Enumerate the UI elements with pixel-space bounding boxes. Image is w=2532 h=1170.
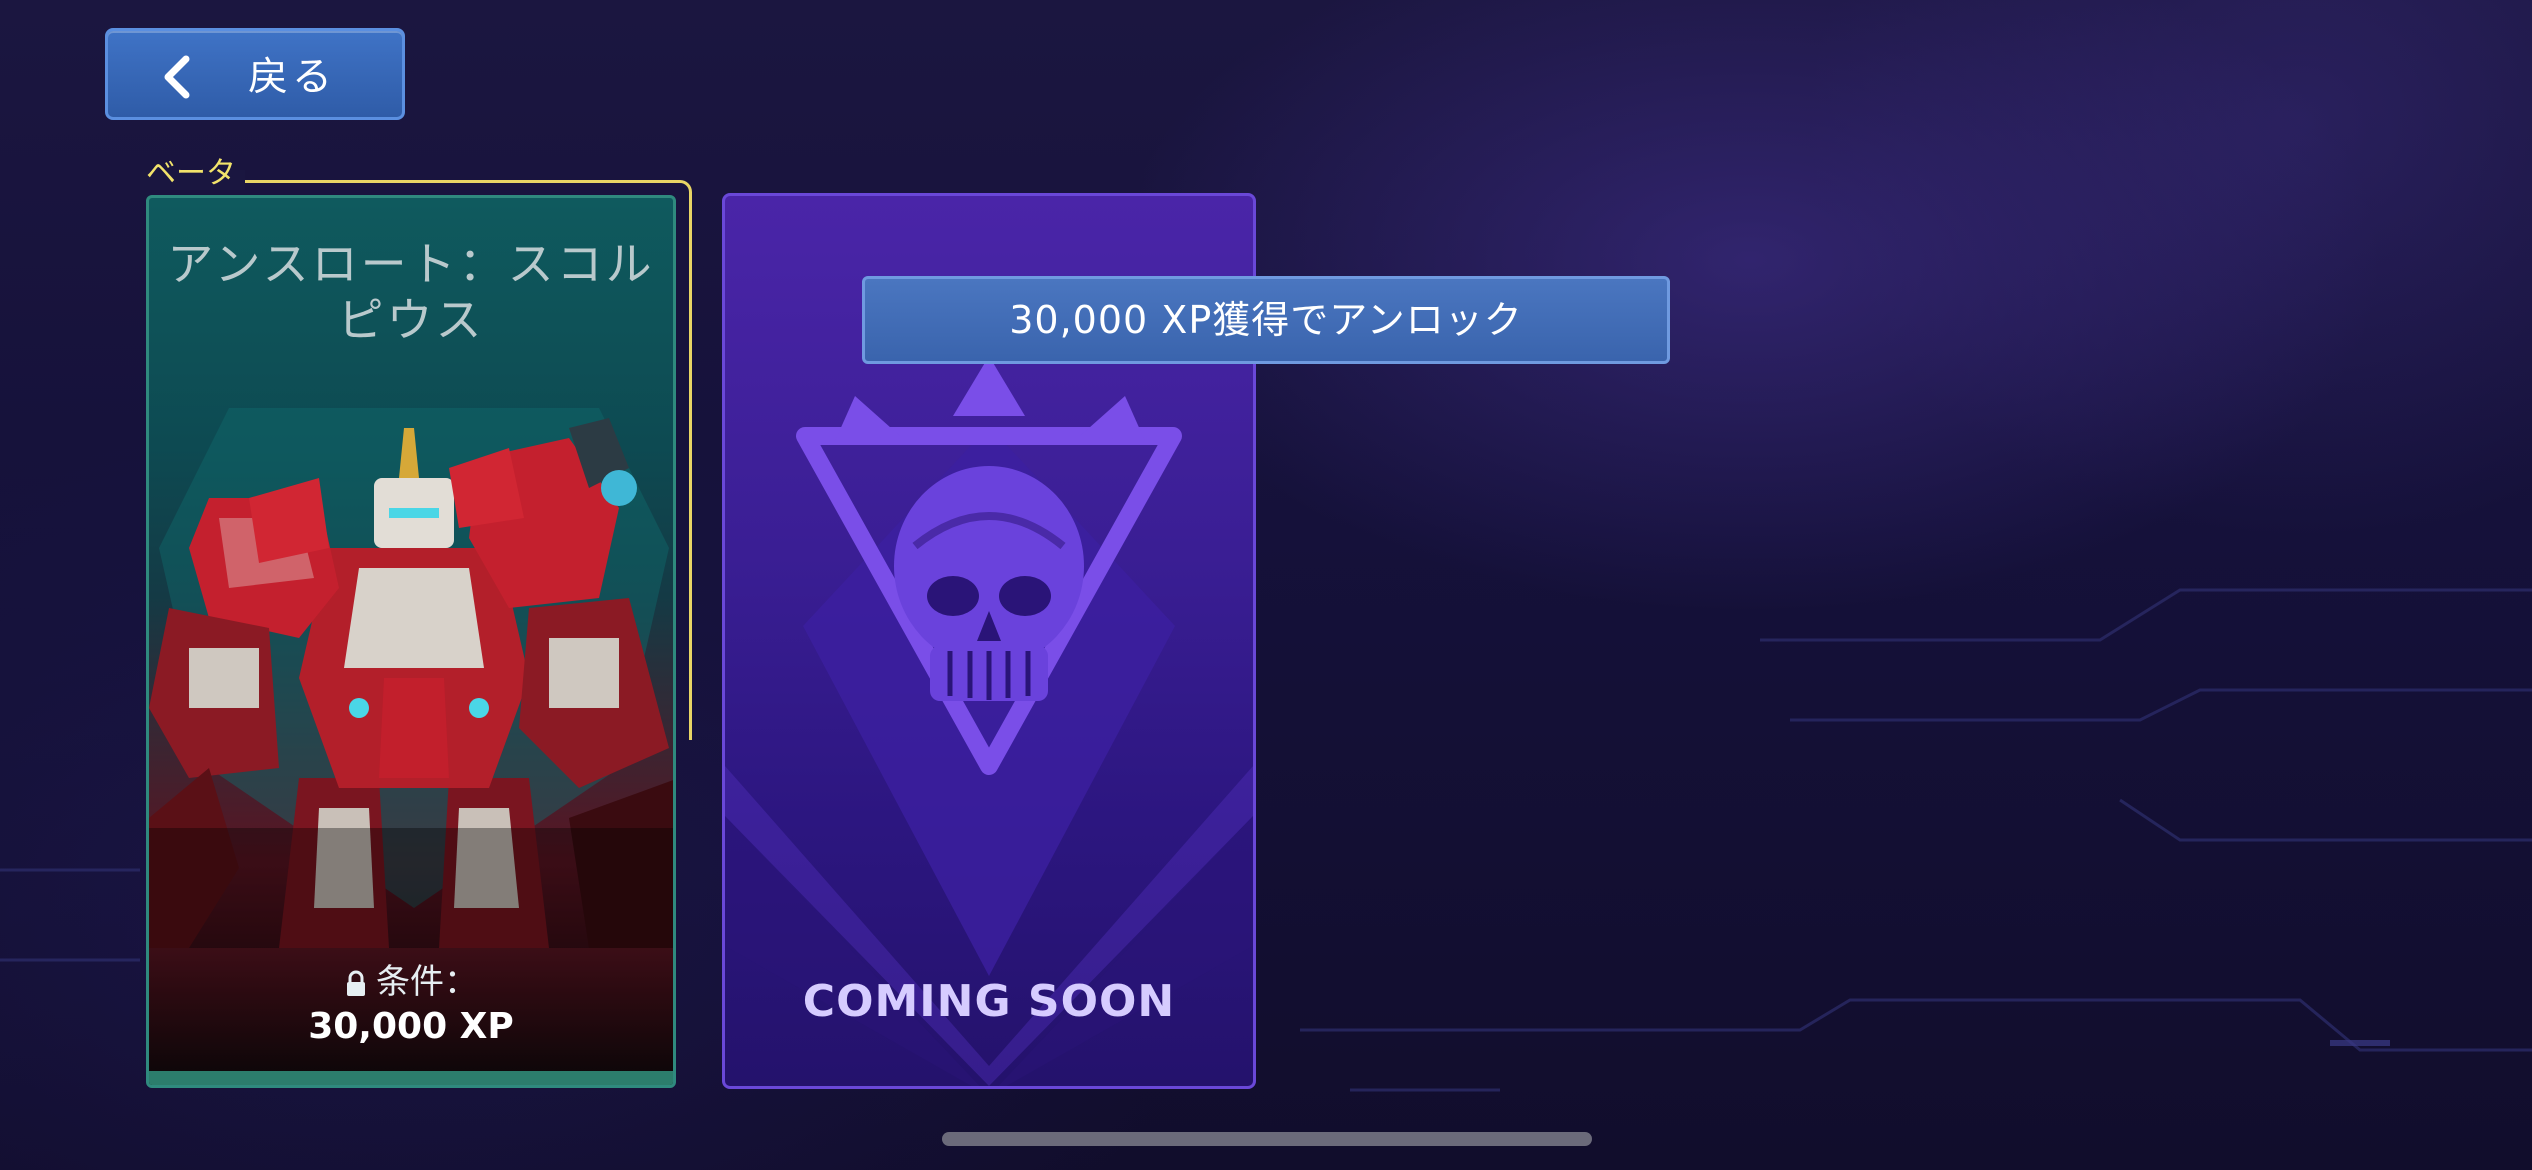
- back-button[interactable]: 戻る: [105, 28, 405, 120]
- back-button-label: 戻る: [248, 54, 336, 100]
- character-card[interactable]: アンスロート：スコル ピウス 条件： 30,000 XP: [146, 195, 676, 1088]
- coming-soon-label: COMING SOON: [802, 976, 1176, 1027]
- beta-label: ベータ: [146, 156, 236, 191]
- mech-character-image: [149, 408, 673, 948]
- unlock-condition: 条件： 30,000 XP: [149, 960, 673, 1050]
- home-indicator[interactable]: [942, 1132, 1592, 1146]
- unlock-tooltip: 30,000 XP獲得でアンロック: [862, 276, 1670, 364]
- lock-icon: [347, 970, 365, 996]
- character-title: アンスロート：スコル ピウス: [167, 237, 655, 347]
- card-bottom-bar: [149, 1071, 673, 1085]
- screen: 戻る ベータ アンスロート：スコル ピウス 条件： 30,000 XP COMI…: [0, 0, 2532, 1170]
- condition-label: 条件：: [376, 962, 478, 1002]
- condition-value: 30,000 XP: [308, 1006, 514, 1047]
- chevron-left-icon: [164, 55, 190, 99]
